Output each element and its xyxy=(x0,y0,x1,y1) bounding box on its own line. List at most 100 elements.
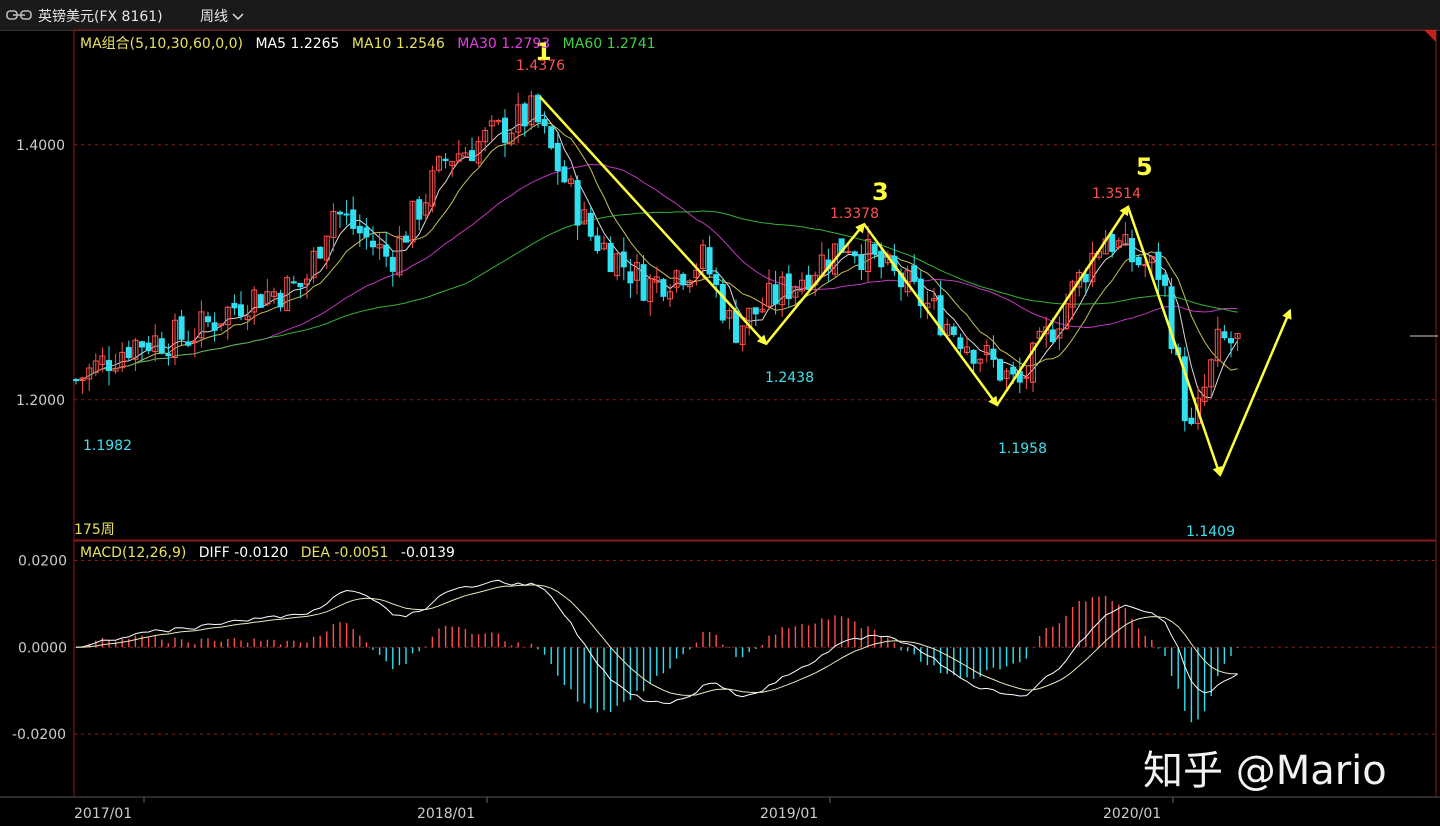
candle-body xyxy=(389,257,396,272)
candle-body xyxy=(403,235,409,243)
candle-body xyxy=(370,240,376,248)
candle-body xyxy=(970,349,977,364)
wave-arrow xyxy=(1126,206,1223,477)
candle-body xyxy=(363,227,370,238)
wave-arrow xyxy=(862,223,999,407)
candle-body xyxy=(356,225,363,234)
wave-arrow xyxy=(995,205,1130,406)
candle-body xyxy=(878,250,885,268)
candle-body xyxy=(620,251,627,268)
candle-body xyxy=(607,242,614,273)
corner-marker xyxy=(1424,30,1436,42)
candle-body xyxy=(1221,331,1228,339)
diff-value: DIFF -0.0120 xyxy=(198,545,289,561)
date-tick-label: 2018/01 xyxy=(417,806,475,822)
candle-body xyxy=(871,243,878,255)
candle-body xyxy=(106,360,112,372)
candle-body xyxy=(383,244,390,257)
candle-body xyxy=(627,271,634,284)
candle-body xyxy=(733,310,739,343)
candle-body xyxy=(660,279,667,297)
low-price-label: 1.1982 xyxy=(83,438,132,454)
candle-body xyxy=(950,326,957,335)
candle-body xyxy=(911,265,918,282)
candle-body xyxy=(990,348,997,360)
candle-body xyxy=(1049,329,1056,343)
candle-body xyxy=(957,337,964,349)
ma-legend: MA组合(5,10,30,60,0,0) MA5 1.2265 MA10 1.2… xyxy=(80,33,664,53)
low-price-label: 1.1409 xyxy=(1186,524,1235,540)
ma5-value: MA5 1.2265 xyxy=(255,36,340,52)
candle-body xyxy=(1082,273,1089,283)
candle-body xyxy=(1129,238,1135,263)
date-tick-label: 2017/01 xyxy=(74,806,132,822)
price-tick-label: 1.2000 xyxy=(16,393,65,409)
candle-body xyxy=(125,346,132,359)
wave-arrow xyxy=(539,95,768,346)
candle-body xyxy=(1188,417,1195,424)
dea-line xyxy=(75,584,1238,696)
low-price-label: 1.2438 xyxy=(765,370,814,386)
price-chart[interactable]: 1.4000 1.2000 0.0200 0.0000 -0.0200 2017/01 20… xyxy=(0,0,1440,826)
candle-body xyxy=(521,103,528,127)
candle-body xyxy=(350,209,357,229)
price-tick-label: 1.4000 xyxy=(16,138,65,154)
price-panel-border xyxy=(73,29,1437,541)
ma30-value: MA30 1.2793 xyxy=(457,36,551,52)
ma60-line xyxy=(75,210,1238,382)
candle-body xyxy=(337,211,343,215)
candle-body xyxy=(1155,251,1162,280)
dea-value: DEA -0.0051 xyxy=(300,545,389,561)
macd-value: -0.0139 xyxy=(400,545,455,561)
candle-body xyxy=(1109,233,1116,252)
candle-body xyxy=(719,283,726,321)
candle-body xyxy=(785,273,792,300)
candle-body xyxy=(277,292,284,308)
candle-body xyxy=(845,251,852,254)
candle-body xyxy=(594,235,601,252)
candle-body xyxy=(561,166,568,183)
candle-body xyxy=(587,212,594,237)
wave-number-label: 5 xyxy=(1136,153,1153,181)
ma5-line xyxy=(75,114,1239,399)
ma-group-selector[interactable]: MA组合(5,10,30,60,0,0) xyxy=(80,36,243,52)
high-price-label: 1.3514 xyxy=(1092,186,1141,202)
ma60-value: MA60 1.2741 xyxy=(562,36,656,52)
candle-body xyxy=(858,254,865,270)
candle-body xyxy=(469,150,475,162)
candle-body xyxy=(772,284,779,305)
candle-body xyxy=(1135,256,1142,266)
candle-body xyxy=(713,274,720,285)
candle-body xyxy=(145,342,152,352)
candle-body xyxy=(541,118,548,127)
candle-body xyxy=(185,341,192,346)
macd-legend: MACD(12,26,9) DIFF -0.0120 DEA -0.0051 -… xyxy=(80,545,463,561)
candle-body xyxy=(231,302,238,309)
high-price-label: 1.3378 xyxy=(830,206,879,222)
candle-body xyxy=(805,274,812,290)
wave-number-label: 3 xyxy=(872,178,889,206)
candle-body xyxy=(535,94,541,123)
candle-body xyxy=(548,126,555,149)
candle-body xyxy=(554,142,561,172)
macd-selector[interactable]: MACD(12,26,9) xyxy=(80,545,186,561)
candle-body xyxy=(290,281,297,284)
candle-body xyxy=(257,294,264,308)
candle-body xyxy=(502,117,508,143)
macd-tick-label: -0.0200 xyxy=(12,727,66,743)
candle-body xyxy=(997,359,1003,381)
ma10-value: MA10 1.2546 xyxy=(351,36,445,52)
candle-body xyxy=(211,322,218,331)
candle-body xyxy=(1228,338,1234,344)
wave-arrow xyxy=(765,222,866,345)
macd-tick-label: 0.0000 xyxy=(18,640,67,656)
candle-body xyxy=(158,338,165,354)
candle-body xyxy=(205,316,211,323)
candle-body xyxy=(139,341,145,348)
date-tick-label: 2020/01 xyxy=(1103,806,1161,822)
candle-body xyxy=(851,251,858,257)
candle-body xyxy=(165,353,172,357)
weeks-count: 175周 xyxy=(74,522,115,538)
candle-body xyxy=(706,247,713,275)
candle-body xyxy=(238,304,244,317)
